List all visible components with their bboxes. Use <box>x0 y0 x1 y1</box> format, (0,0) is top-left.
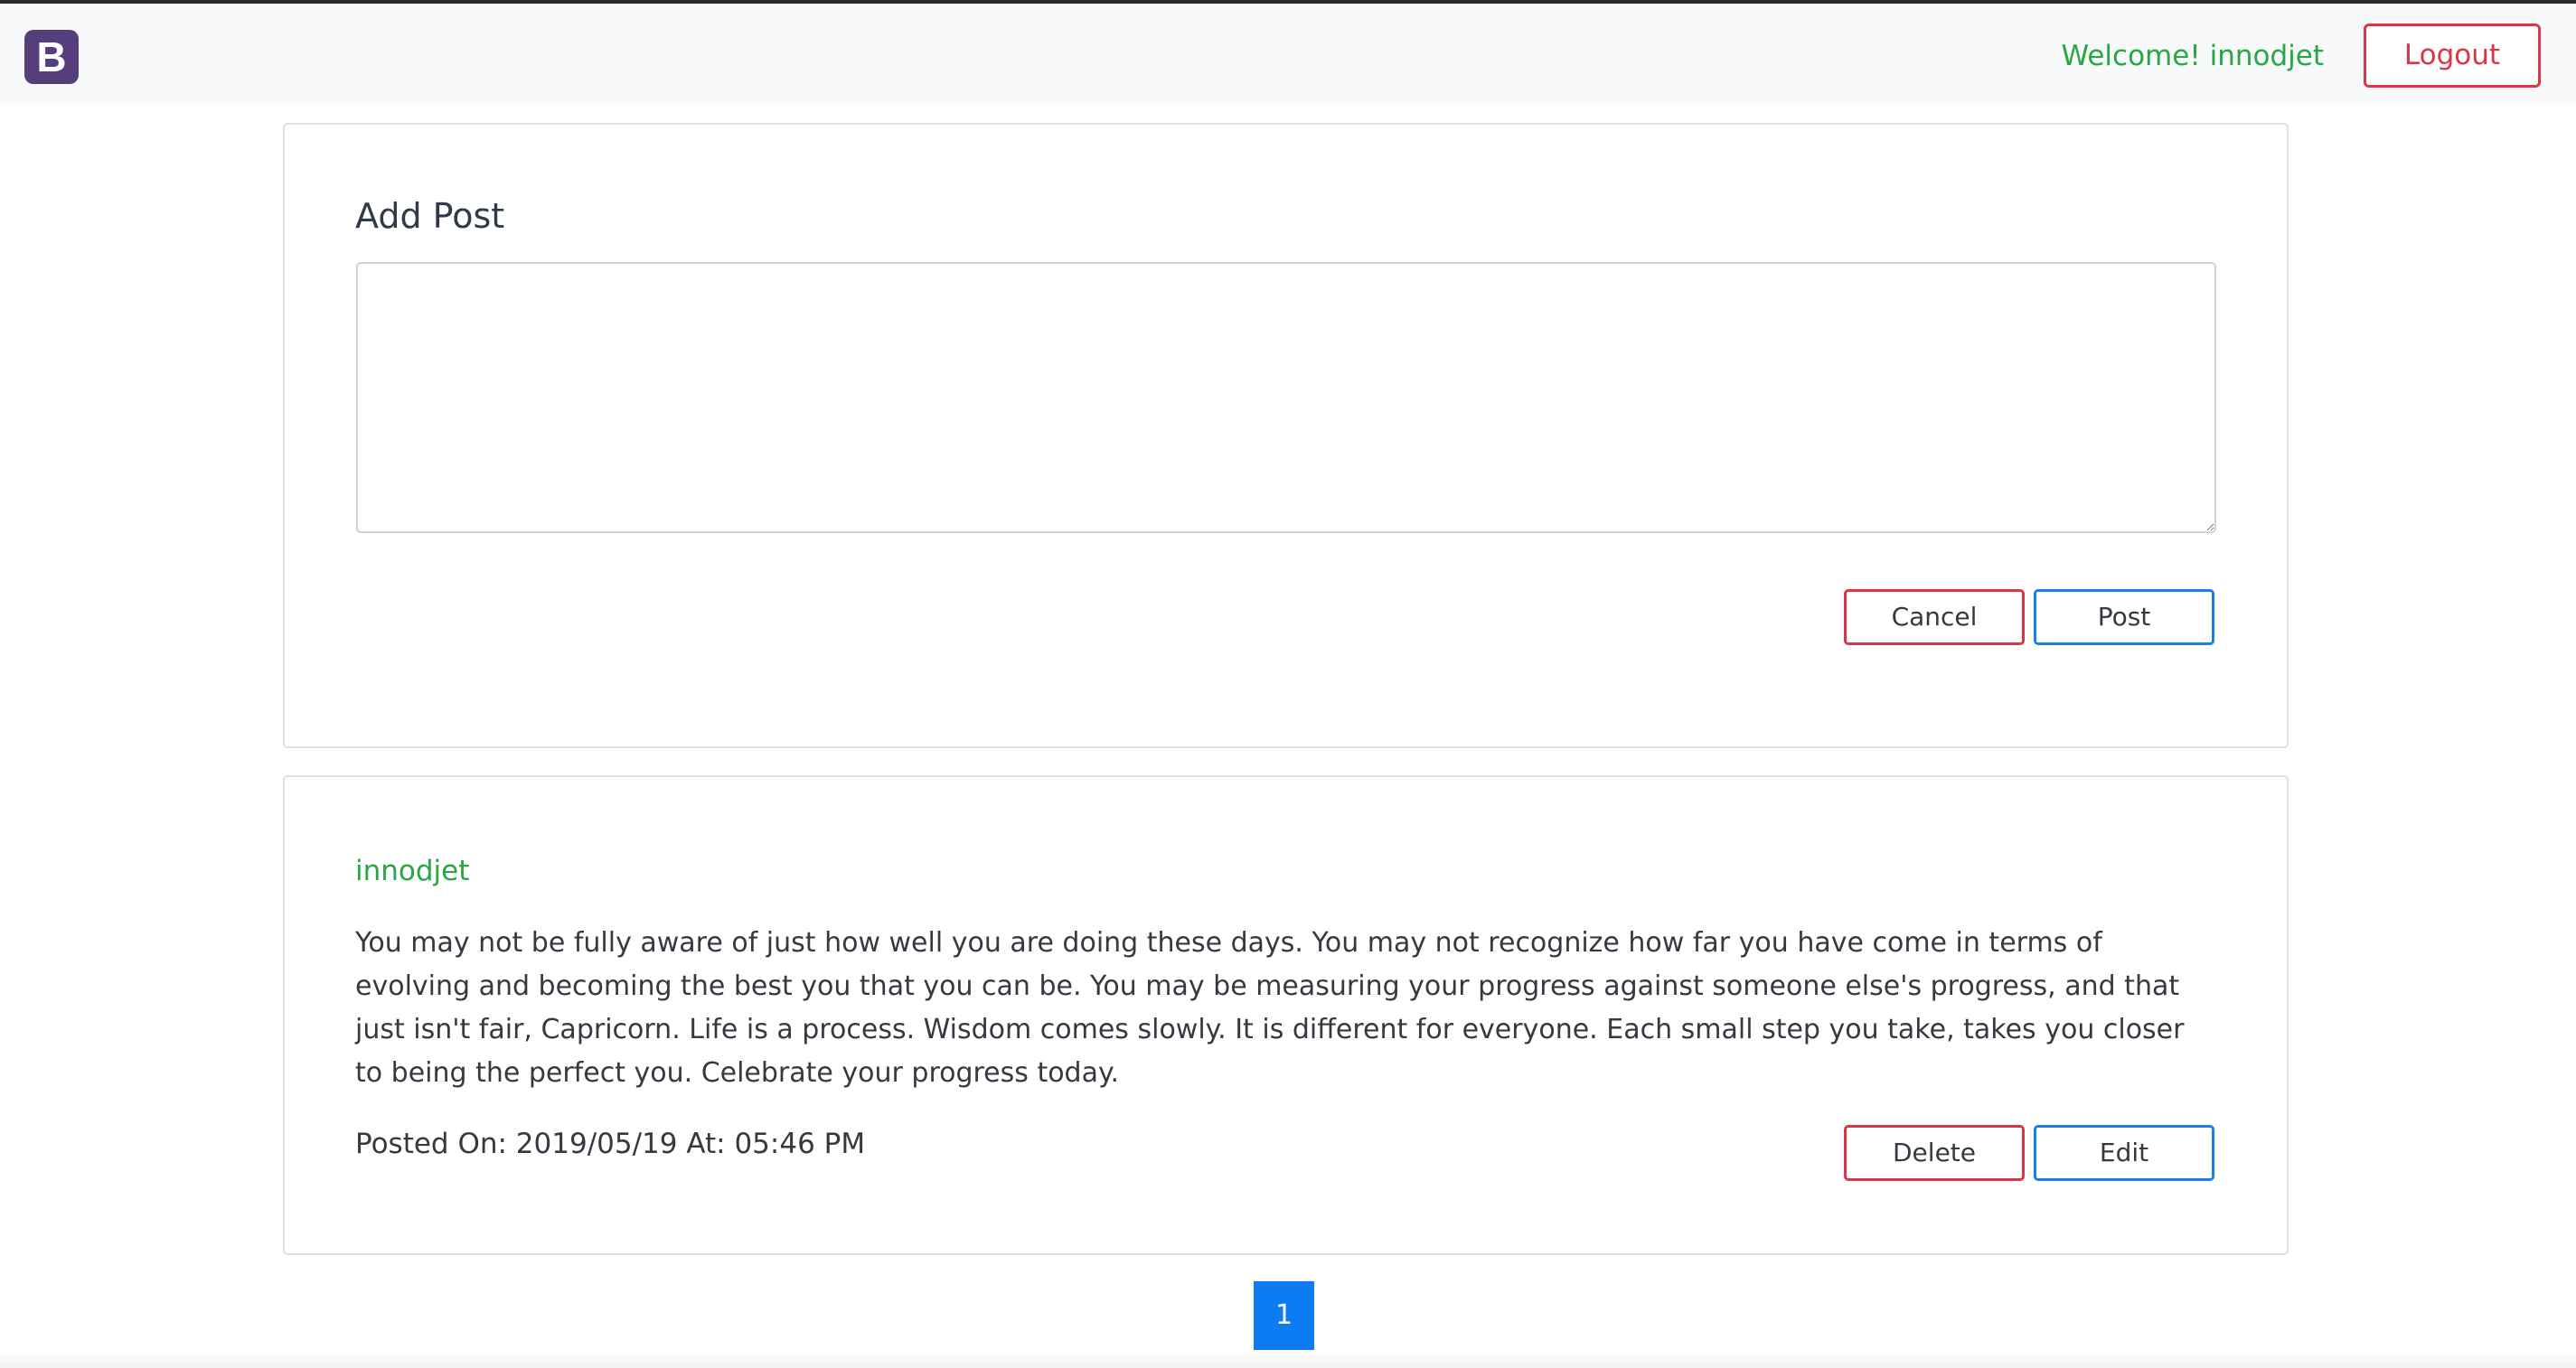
bottom-edge <box>0 1350 2576 1368</box>
navbar: B Welcome! innodjet Logout <box>0 4 2576 105</box>
cancel-button[interactable]: Cancel <box>1844 589 2025 645</box>
post-button[interactable]: Post <box>2034 589 2214 645</box>
edit-post-button[interactable]: Edit <box>2034 1125 2214 1181</box>
add-post-card: Add Post Cancel Post <box>283 123 2289 748</box>
post-timestamp: Posted On: 2019/05/19 At: 05:46 PM <box>355 1128 866 1160</box>
post-body-text: You may not be fully aware of just how w… <box>355 927 2185 1089</box>
delete-post-button[interactable]: Delete <box>1844 1125 2025 1181</box>
post-author: innodjet <box>355 855 470 887</box>
bootstrap-logo-icon[interactable]: B <box>24 30 79 84</box>
post-card: innodjet You may not be fully aware of j… <box>283 775 2289 1255</box>
logout-button[interactable]: Logout <box>2364 23 2541 88</box>
pagination-page-1[interactable]: 1 <box>1254 1281 1314 1350</box>
add-post-title: Add Post <box>355 196 505 236</box>
post-content-input[interactable] <box>356 262 2216 533</box>
welcome-message: Welcome! innodjet <box>2061 40 2324 72</box>
